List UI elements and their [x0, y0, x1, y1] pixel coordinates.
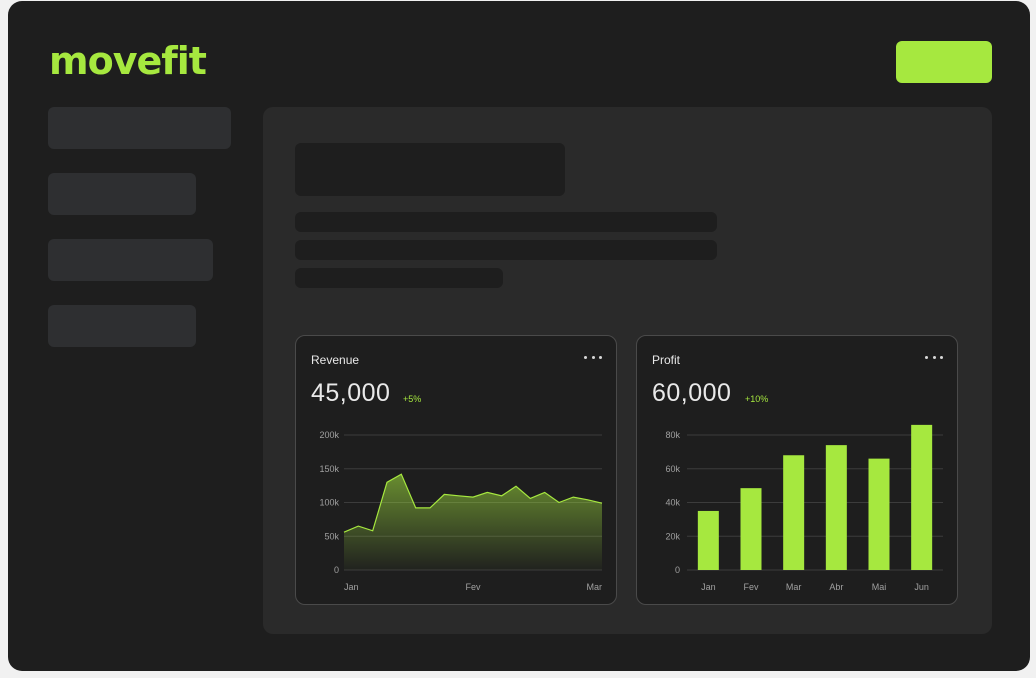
sidebar-item-1[interactable]: [48, 107, 231, 149]
revenue-y-tick-label: 100k: [319, 498, 339, 508]
header-action-button[interactable]: [896, 41, 992, 83]
profit-x-tick-label: Jan: [701, 582, 716, 592]
profit-x-tick-label: Jun: [914, 582, 929, 592]
profit-x-tick-label: Fev: [743, 582, 759, 592]
sidebar-item-3[interactable]: [48, 239, 213, 281]
revenue-y-tick-label: 50k: [324, 531, 339, 541]
app-logo[interactable]: movefit: [49, 39, 207, 83]
profit-chart: 0 20k 40k 60k 80k Jan Fev Mar Abr Mai Jun: [665, 424, 943, 592]
sidebar-item-2[interactable]: [48, 173, 196, 215]
profit-x-tick-label: Mai: [872, 582, 887, 592]
profit-y-tick-label: 80k: [665, 430, 680, 440]
revenue-card: Revenue 45,000 +5% 0 50k 100k 150k 200k Jan Fe…: [295, 335, 617, 605]
revenue-x-tick-label: Mar: [587, 582, 603, 592]
profit-x-tick-label: Abr: [829, 582, 843, 592]
profit-bar: [911, 424, 933, 570]
profit-bar: [740, 488, 762, 570]
heading-placeholder: [295, 143, 565, 196]
revenue-y-tick-label: 0: [334, 565, 339, 575]
app-window: movefit Revenue 45,000 +5% 0 50k 100k 150k 2…: [8, 1, 1030, 671]
profit-card: Profit 60,000 +10% 0 20k 40k 60k 80k Jan Fev Ma…: [636, 335, 958, 605]
profit-bar: [868, 458, 890, 570]
profit-bar: [825, 445, 847, 570]
profit-y-tick-label: 0: [675, 565, 680, 575]
profit-y-tick-label: 20k: [665, 531, 680, 541]
profit-y-tick-label: 40k: [665, 498, 680, 508]
sidebar-item-4[interactable]: [48, 305, 196, 347]
revenue-x-tick-label: Jan: [344, 582, 359, 592]
profit-bar: [783, 455, 805, 570]
revenue-y-tick-label: 200k: [319, 430, 339, 440]
profit-y-tick-label: 60k: [665, 464, 680, 474]
revenue-chart: 0 50k 100k 150k 200k Jan Fev Mar: [319, 430, 603, 592]
text-line-placeholder-2: [295, 240, 717, 260]
revenue-area: [344, 474, 602, 570]
revenue-x-tick-label: Fev: [465, 582, 481, 592]
text-line-placeholder-3: [295, 268, 503, 288]
revenue-y-tick-label: 150k: [319, 464, 339, 474]
profit-x-tick-label: Mar: [786, 582, 802, 592]
text-line-placeholder-1: [295, 212, 717, 232]
profit-bar: [697, 510, 719, 570]
